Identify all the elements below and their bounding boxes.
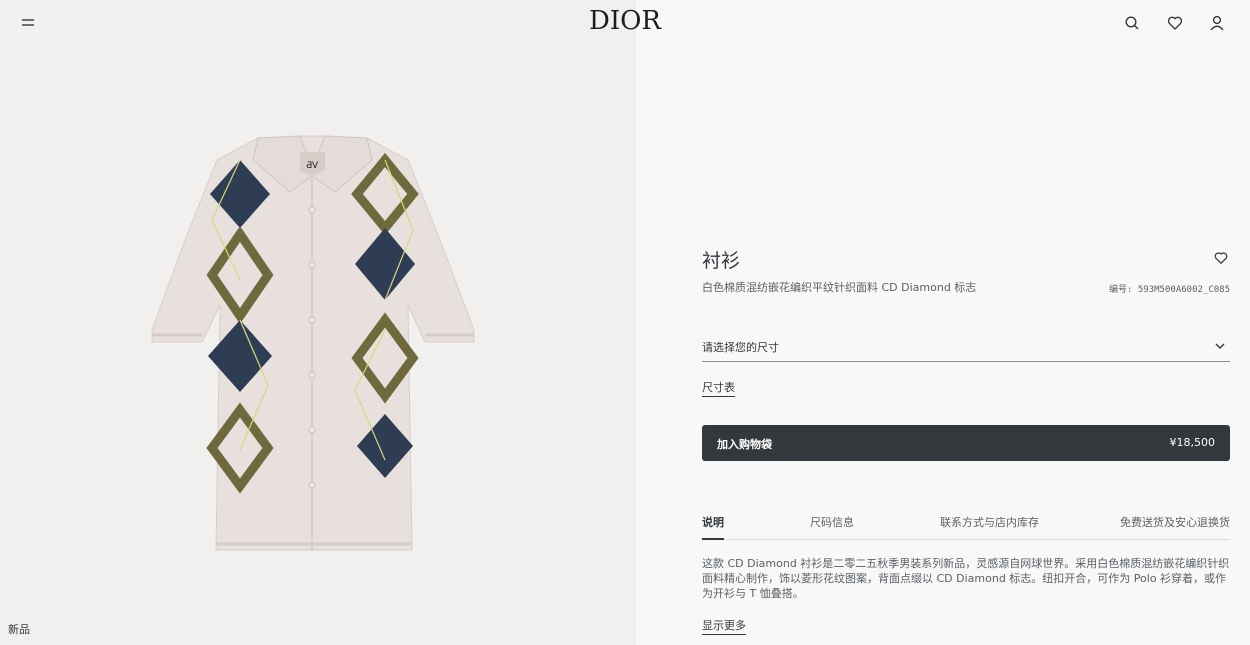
show-more-link[interactable]: 显示更多 <box>702 617 746 635</box>
user-icon <box>1210 15 1224 31</box>
site-header: DIOR <box>0 0 1250 48</box>
chevron-down-icon <box>1215 343 1225 349</box>
heart-icon <box>1167 16 1183 30</box>
brand-logo[interactable]: DIOR <box>589 6 661 36</box>
add-to-wishlist-button[interactable] <box>1213 250 1229 266</box>
menu-button[interactable] <box>19 14 37 32</box>
product-reference: 编号: 593M500A6002_C085 <box>1109 285 1230 295</box>
search-icon <box>1125 16 1139 30</box>
add-to-bag-button[interactable]: 加入购物袋 ¥18,500 <box>702 425 1230 461</box>
product-price: ¥18,500 <box>1169 436 1216 449</box>
size-select-label: 请选择您的尺寸 <box>702 341 779 354</box>
tab-shipping-returns[interactable]: 免费送货及安心退换货 <box>1120 514 1230 540</box>
product-image-panel: ƋV 新品 <box>0 0 636 645</box>
product-description: 这款 CD Diamond 衬衫是二零二五秋季男装系列新品，灵感源自网球世界。采… <box>702 557 1230 600</box>
product-subtitle: 白色棉质混纺嵌花编织平纹针织面料 CD Diamond 标志 <box>702 281 977 294</box>
heart-icon <box>1214 252 1228 264</box>
size-select[interactable]: 请选择您的尺寸 <box>702 334 1230 362</box>
product-image[interactable]: ƋV <box>140 130 485 560</box>
product-detail-panel: 衬衫 白色棉质混纺嵌花编织平纹针织面料 CD Diamond 标志 编号: 59… <box>636 0 1250 645</box>
search-button[interactable] <box>1123 14 1141 32</box>
svg-text:ƋV: ƋV <box>306 161 319 171</box>
product-info-tabs: 说明 尺码信息 联系方式与店内库存 免费送货及安心退换货 <box>702 512 1230 540</box>
menu-icon <box>22 19 34 26</box>
new-badge: 新品 <box>8 623 30 636</box>
product-title: 衬衫 <box>702 250 741 272</box>
brand-logo-wrap: DIOR <box>0 6 1250 36</box>
tab-size-info[interactable]: 尺码信息 <box>810 514 854 540</box>
account-button[interactable] <box>1208 14 1226 32</box>
size-guide-link[interactable]: 尺寸表 <box>702 379 735 397</box>
tab-contact-stock[interactable]: 联系方式与店内库存 <box>940 514 1039 540</box>
tab-description[interactable]: 说明 <box>702 514 724 540</box>
wishlist-button[interactable] <box>1166 14 1184 32</box>
add-to-bag-label: 加入购物袋 <box>717 438 772 451</box>
